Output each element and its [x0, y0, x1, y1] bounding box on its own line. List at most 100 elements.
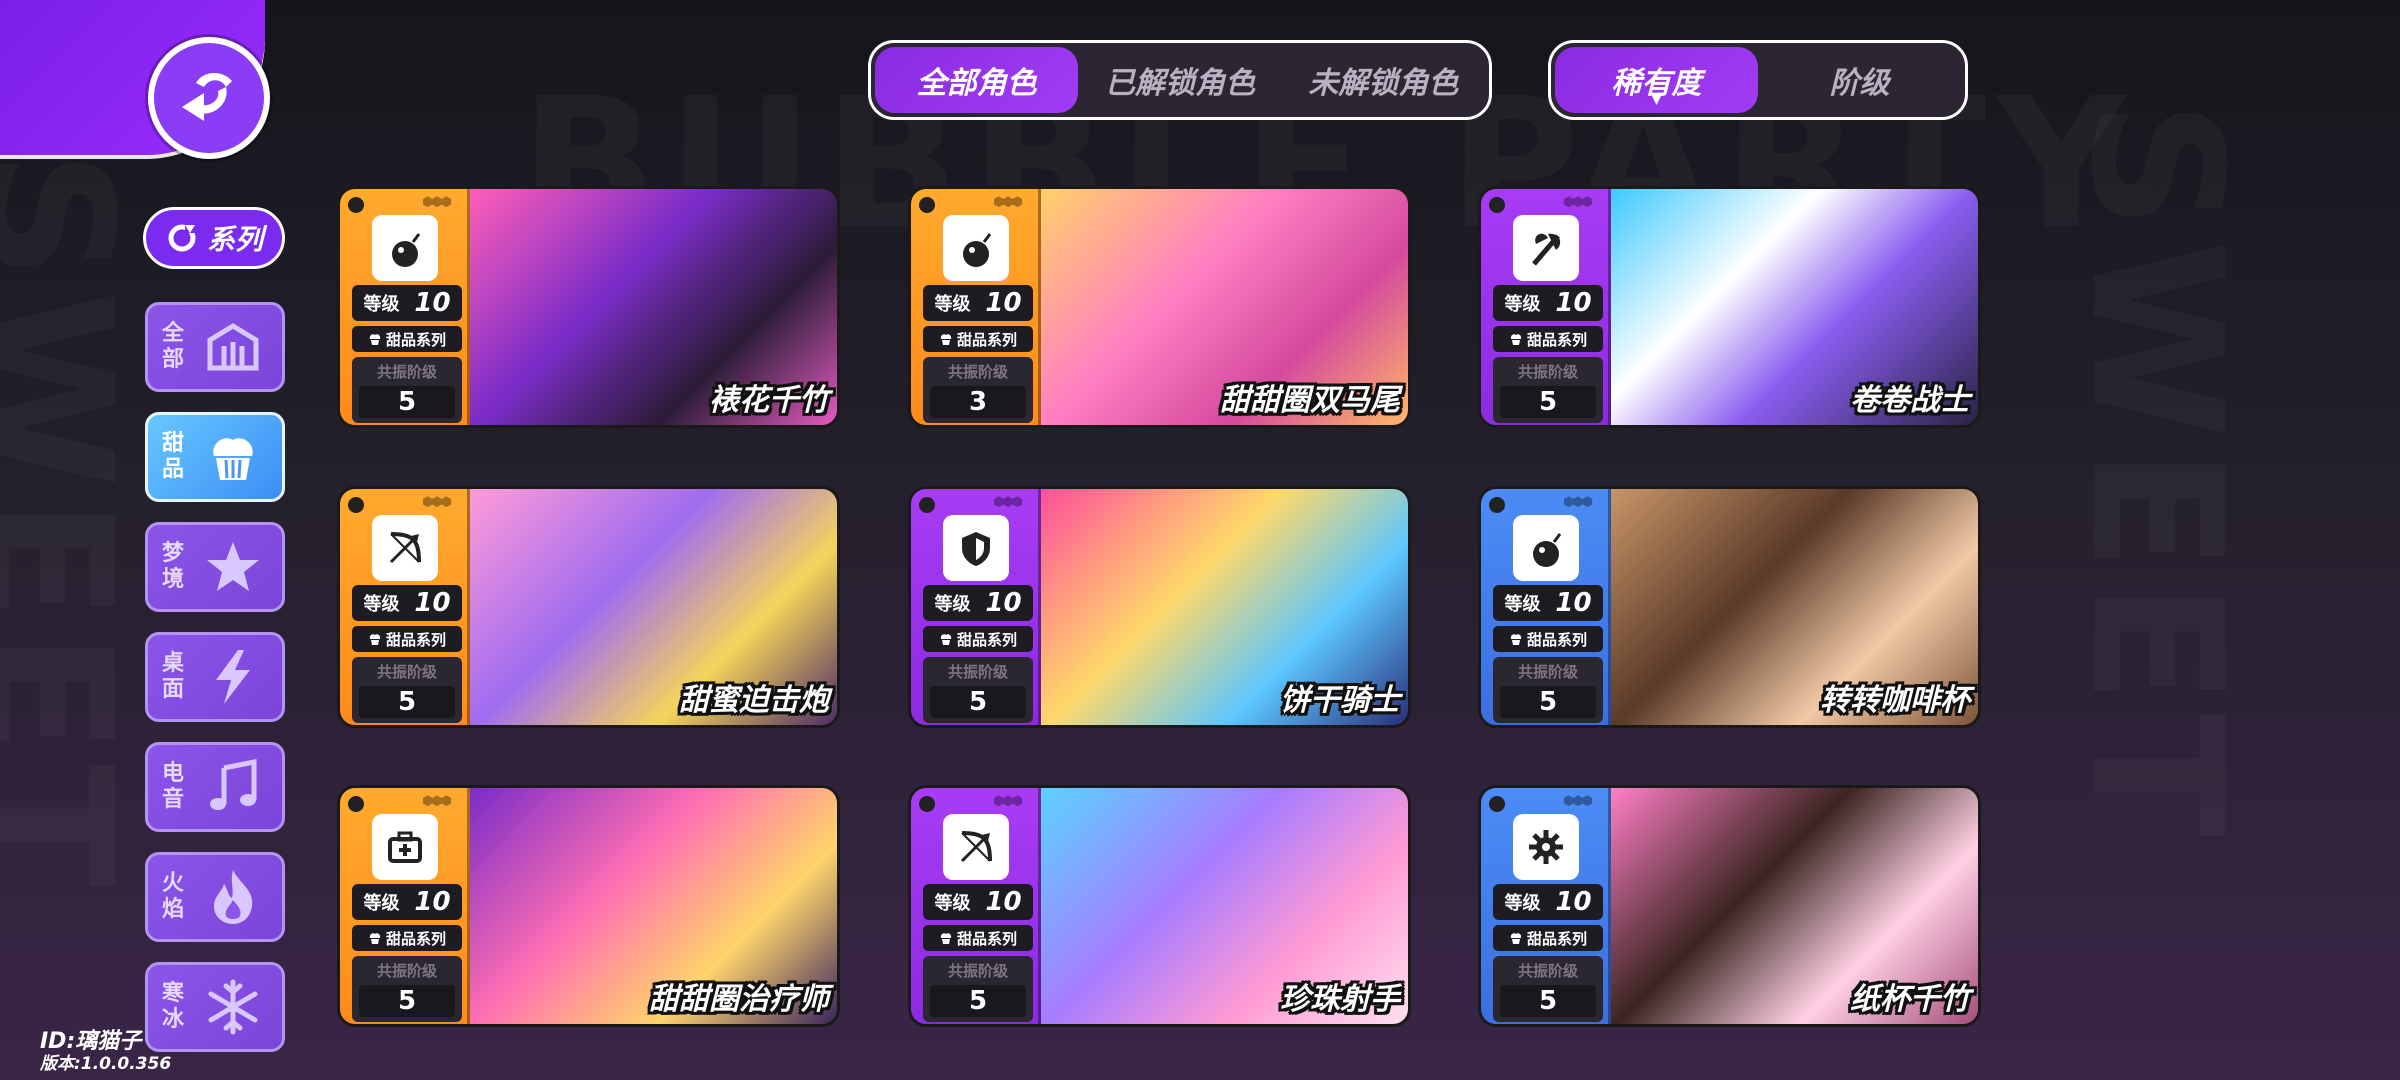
- resonance-value: 5: [359, 386, 455, 418]
- resonance-value: 5: [930, 985, 1026, 1017]
- character-card[interactable]: ⬢⬢⬢ 等级 10 甜品系列 共振阶级 5 裱花千竹: [337, 186, 840, 428]
- sidebar-item-flame[interactable]: 火焰: [145, 852, 285, 942]
- level-value: 10: [985, 588, 1022, 618]
- character-name: 裱花千竹: [709, 383, 829, 418]
- cupcake-icon: [369, 634, 381, 645]
- level-label: 等级: [1504, 594, 1541, 615]
- resonance-label: 共振阶级: [1517, 363, 1578, 381]
- music-note-icon: [210, 758, 257, 810]
- resonance-value: 3: [930, 386, 1026, 418]
- resonance-label: 共振阶级: [947, 363, 1008, 381]
- medkit-icon: [388, 831, 422, 863]
- player-id: ID:璃猫子: [40, 1029, 142, 1054]
- resonance-box: 共振阶级 3: [923, 357, 1033, 423]
- tab-sort-rarity[interactable]: 稀有度 ▼: [1555, 47, 1758, 113]
- tab-all-characters[interactable]: 全部角色: [875, 47, 1079, 113]
- shield-icon: [962, 532, 990, 566]
- level-label: 等级: [363, 594, 400, 615]
- character-card[interactable]: ⬢⬢⬢ 等级 10 甜品系列 共振阶级 5 饼干骑士: [908, 486, 1411, 728]
- rarity-pips: ⬢⬢⬢: [1563, 495, 1593, 510]
- sidebar-item-dream[interactable]: 梦境: [145, 522, 285, 612]
- series-tag: 甜品系列: [923, 326, 1033, 352]
- sort-tabs: 稀有度 ▼ 阶级: [1548, 40, 1968, 120]
- tab-sort-tier[interactable]: 阶级: [1758, 47, 1961, 113]
- tab-unlocked-characters[interactable]: 已解锁角色: [1078, 47, 1281, 113]
- role-icon-box: [372, 515, 438, 581]
- sidebar-item-dessert[interactable]: 甜品: [145, 412, 285, 502]
- axe-icon: [1532, 233, 1561, 266]
- series-header: 系列: [143, 207, 285, 269]
- bomb-icon: [963, 233, 992, 267]
- resonance-box: 共振阶级 5: [352, 357, 462, 423]
- level-badge: 等级 10: [923, 585, 1033, 621]
- cupcake-icon: [369, 334, 381, 345]
- character-name: 甜甜圈治疗师: [649, 982, 829, 1017]
- card-info-panel: ⬢⬢⬢ 等级 10 甜品系列 共振阶级 5: [1481, 189, 1611, 425]
- level-badge: 等级 10: [352, 585, 462, 621]
- level-value: 10: [414, 588, 451, 618]
- rarity-pips: ⬢⬢⬢: [993, 195, 1023, 210]
- bow-icon: [960, 831, 992, 863]
- series-tag-label: 甜品系列: [956, 630, 1017, 649]
- level-label: 等级: [934, 893, 971, 914]
- character-card[interactable]: ⬢⬢⬢ 等级 10 甜品系列 共振阶级 5 甜甜圈治疗师: [337, 785, 840, 1027]
- rarity-pips: ⬢⬢⬢: [422, 195, 452, 210]
- rarity-pips: ⬢⬢⬢: [422, 495, 452, 510]
- card-corner-dot: [919, 497, 935, 513]
- series-tag: 甜品系列: [923, 925, 1033, 951]
- back-button[interactable]: [148, 37, 270, 159]
- character-name: 转转咖啡杯: [1820, 683, 1970, 718]
- resonance-label: 共振阶级: [376, 363, 437, 381]
- sidebar-item-electronic[interactable]: 电音: [145, 742, 285, 832]
- resonance-label: 共振阶级: [1517, 663, 1578, 681]
- card-info-panel: ⬢⬢⬢ 等级 10 甜品系列 共振阶级 5: [340, 788, 470, 1024]
- back-arrow-icon: [182, 73, 232, 121]
- level-value: 10: [1555, 288, 1592, 318]
- series-tag-label: 甜品系列: [1526, 630, 1587, 649]
- character-card[interactable]: ⬢⬢⬢ 等级 10 甜品系列 共振阶级 5 转转咖啡杯: [1478, 486, 1981, 728]
- cupcake-icon: [369, 933, 381, 944]
- character-card[interactable]: ⬢⬢⬢ 等级 10 甜品系列 共振阶级 3 甜甜圈双马尾: [908, 186, 1411, 428]
- resonance-value: 5: [1500, 686, 1596, 718]
- character-name: 卷卷战士: [1850, 383, 1970, 418]
- resonance-value: 5: [359, 686, 455, 718]
- resonance-box: 共振阶级 5: [1493, 357, 1603, 423]
- character-card[interactable]: ⬢⬢⬢ 等级 10 甜品系列 共振阶级 5 纸杯千竹: [1478, 785, 1981, 1027]
- character-card[interactable]: ⬢⬢⬢ 等级 10 甜品系列 共振阶级 5 卷卷战士: [1478, 186, 1981, 428]
- sidebar-item-label: 全部: [161, 321, 184, 372]
- character-card[interactable]: ⬢⬢⬢ 等级 10 甜品系列 共振阶级 5 甜蜜迫击炮: [337, 486, 840, 728]
- level-badge: 等级 10: [1493, 285, 1603, 321]
- resonance-label: 共振阶级: [376, 962, 437, 980]
- sidebar-item-all[interactable]: 全部: [145, 302, 285, 392]
- cupcake-icon: [940, 334, 952, 345]
- card-info-panel: ⬢⬢⬢ 等级 10 甜品系列 共振阶级 5: [911, 788, 1041, 1024]
- rarity-pips: ⬢⬢⬢: [993, 794, 1023, 809]
- card-corner-dot: [919, 197, 935, 213]
- card-corner-dot: [348, 197, 364, 213]
- chevron-down-icon: ▼: [1650, 88, 1663, 107]
- resonance-box: 共振阶级 5: [923, 956, 1033, 1022]
- character-card[interactable]: ⬢⬢⬢ 等级 10 甜品系列 共振阶级 5 珍珠射手: [908, 785, 1411, 1027]
- snowflake-icon: [208, 979, 258, 1035]
- version-label: 版本:1.0.0.356: [40, 1054, 172, 1074]
- card-corner-dot: [1489, 197, 1505, 213]
- card-corner-dot: [348, 497, 364, 513]
- star-icon: [207, 542, 259, 591]
- resonance-box: 共振阶级 5: [1493, 956, 1603, 1022]
- resonance-box: 共振阶级 5: [352, 657, 462, 723]
- level-label: 等级: [934, 294, 971, 315]
- card-info-panel: ⬢⬢⬢ 等级 10 甜品系列 共振阶级 5: [911, 489, 1041, 725]
- card-corner-dot: [348, 796, 364, 812]
- cupcake-icon: [1510, 933, 1522, 944]
- character-name: 甜蜜迫击炮: [679, 683, 829, 718]
- tab-locked-characters[interactable]: 未解锁角色: [1282, 47, 1485, 113]
- resonance-value: 5: [359, 985, 455, 1017]
- series-header-label: 系列: [206, 223, 263, 256]
- cupcake-icon: [1510, 634, 1522, 645]
- sidebar-item-desktop[interactable]: 桌面: [145, 632, 285, 722]
- resonance-value: 5: [930, 686, 1026, 718]
- level-label: 等级: [1504, 294, 1541, 315]
- sidebar-item-label: 寒冰: [161, 981, 184, 1032]
- series-tag: 甜品系列: [1493, 326, 1603, 352]
- rarity-pips: ⬢⬢⬢: [1563, 794, 1593, 809]
